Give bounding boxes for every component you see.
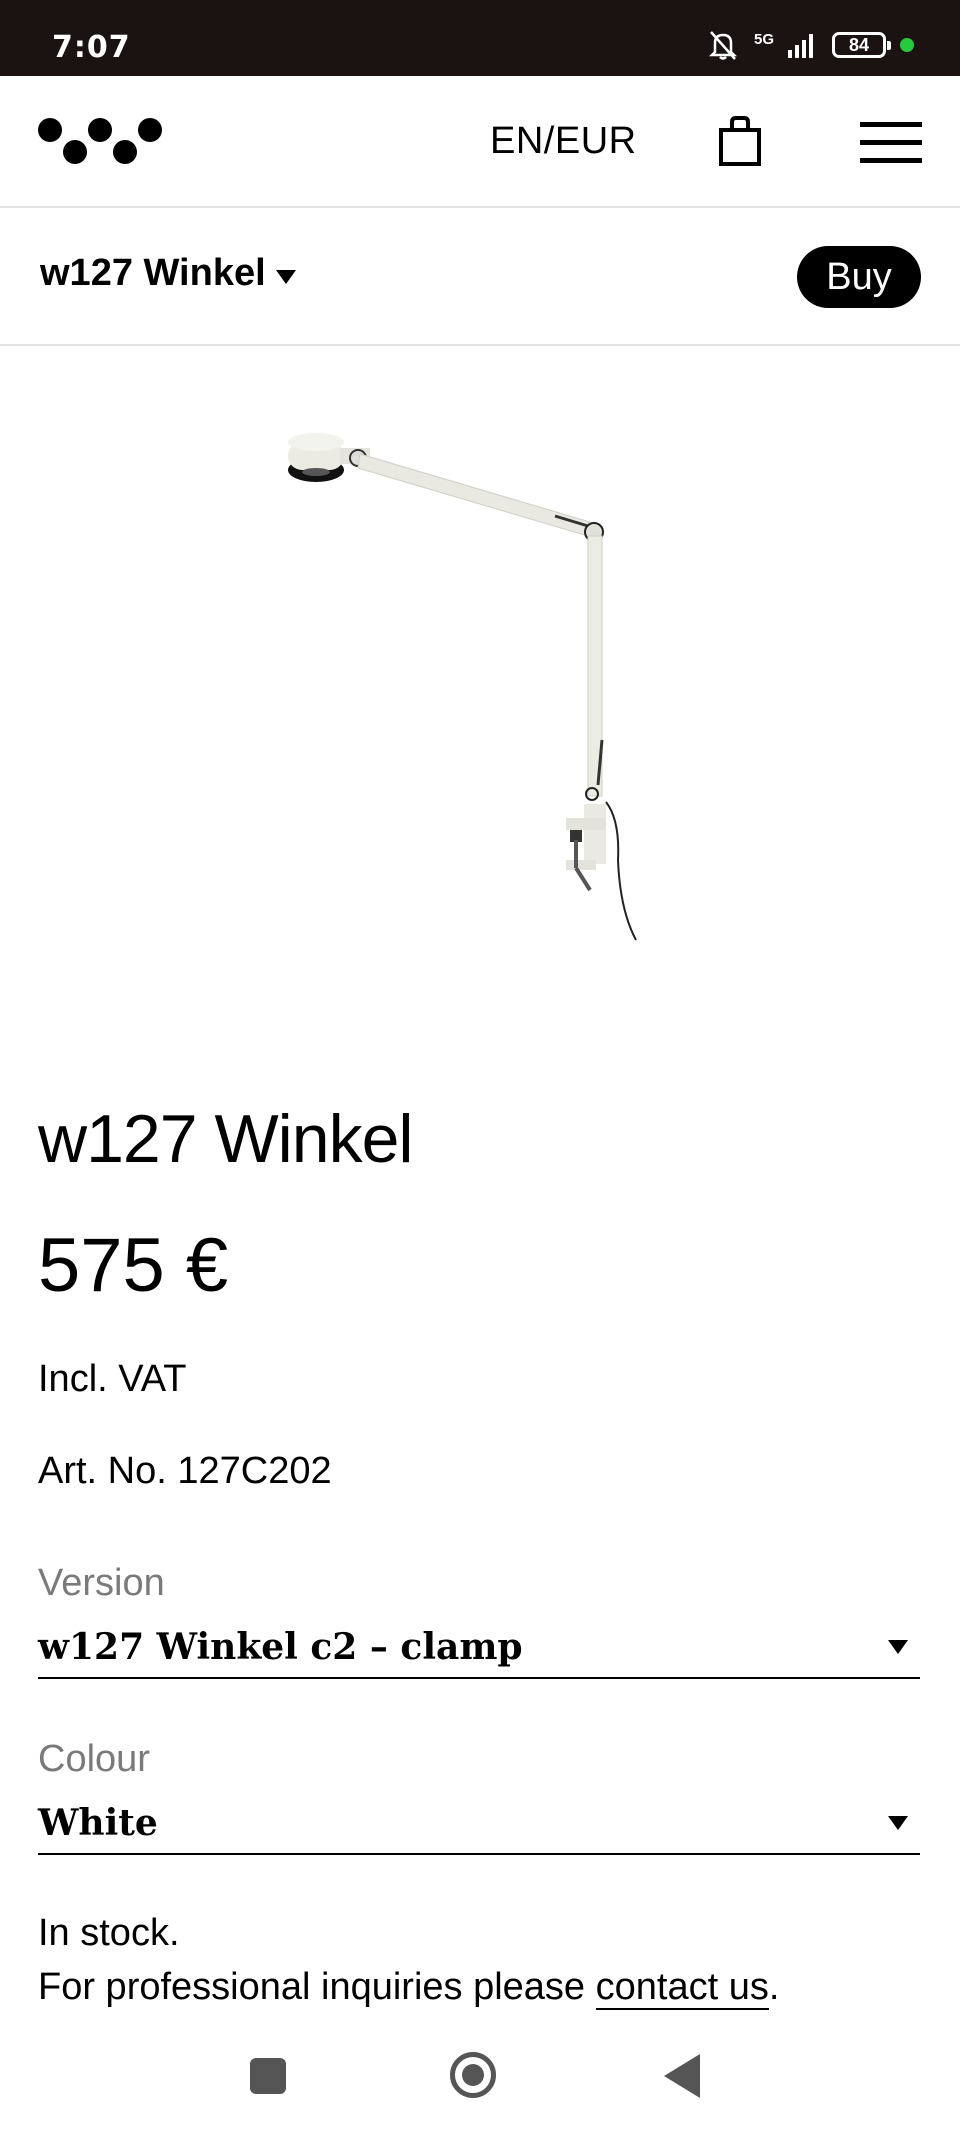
professional-inquiry-text: For professional inquiries please contac…: [38, 1966, 780, 2010]
back-icon[interactable]: [664, 2054, 700, 2098]
shopping-bag-icon[interactable]: [718, 116, 762, 166]
product-image: [288, 433, 637, 941]
version-select[interactable]: w127 Winkel c2 – clamp: [38, 1617, 920, 1679]
stock-status: In stock.: [38, 1912, 180, 1954]
home-icon[interactable]: [450, 2052, 496, 2098]
signal-icon: [788, 34, 813, 58]
product-price: 575 €: [38, 1223, 229, 1308]
privacy-indicator-icon: [900, 38, 914, 52]
contact-us-link[interactable]: contact us: [595, 1966, 769, 2010]
inquiry-prefix: For professional inquiries please: [38, 1966, 596, 2008]
colour-select[interactable]: White: [38, 1793, 920, 1855]
inquiry-suffix: .: [768, 1966, 780, 2008]
network-type: 5G: [753, 30, 774, 48]
version-label: Version: [38, 1562, 165, 1604]
status-icons: 5G 84: [706, 28, 914, 62]
language-currency-selector[interactable]: EN/EUR: [490, 120, 637, 163]
product-name: w127 Winkel: [38, 1101, 413, 1177]
product-subnav: w127 Winkel Buy: [0, 208, 960, 346]
chevron-down-icon: [888, 1816, 908, 1830]
chevron-down-icon: [888, 1640, 908, 1654]
mute-bell-icon: [708, 31, 738, 60]
buy-button[interactable]: Buy: [797, 246, 921, 308]
product-subnav-dropdown[interactable]: w127 Winkel: [40, 252, 296, 295]
version-field: Version w127 Winkel c2 – clamp: [38, 1562, 920, 1679]
site-header: EN/EUR: [0, 76, 960, 208]
chevron-down-icon: [275, 269, 296, 284]
system-navigation-bar: [0, 2040, 960, 2133]
colour-field: Colour White: [38, 1738, 920, 1855]
colour-selected-value: White: [38, 1802, 158, 1844]
status-time: 7:07: [52, 30, 131, 65]
battery-level: 84: [848, 34, 870, 55]
vat-note: Incl. VAT: [38, 1358, 187, 1400]
hamburger-menu-icon[interactable]: [860, 120, 922, 164]
colour-label: Colour: [38, 1738, 150, 1780]
battery-icon: 84: [832, 32, 891, 58]
status-bar: 7:07 5G 84: [0, 0, 960, 76]
brand-logo[interactable]: [38, 116, 162, 168]
product-subnav-title: w127 Winkel: [40, 252, 266, 294]
article-number: Art. No. 127C202: [38, 1450, 332, 1492]
recent-apps-icon[interactable]: [250, 2058, 286, 2094]
version-selected-value: w127 Winkel c2 – clamp: [38, 1626, 523, 1668]
